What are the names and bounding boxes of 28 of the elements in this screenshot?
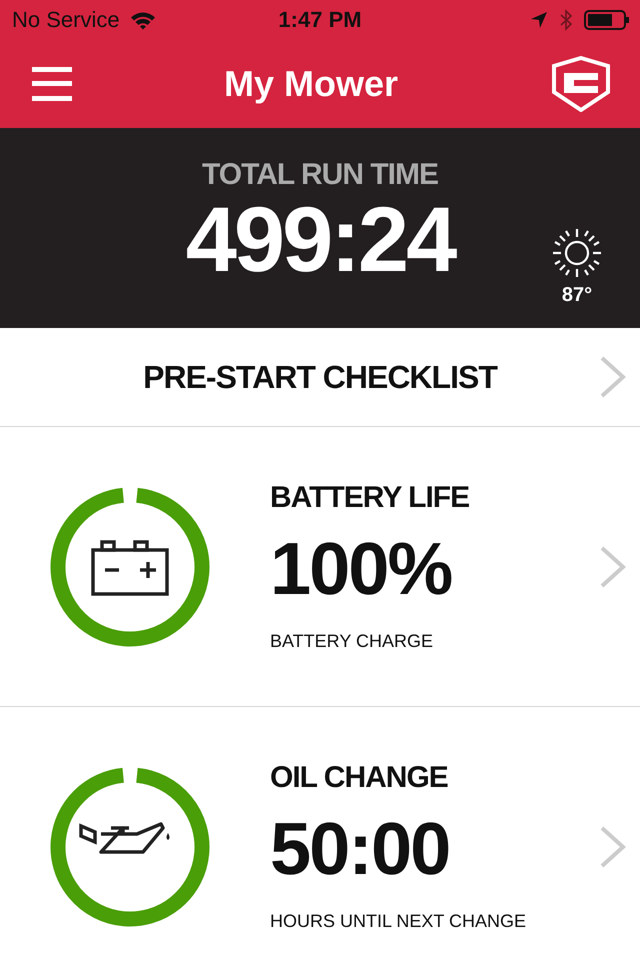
wifi-icon (130, 10, 156, 30)
gauge-value: 50:00 (270, 806, 450, 892)
gauge-value: 100% (270, 526, 452, 612)
checklist-row[interactable]: PRE-START CHECKLIST (0, 328, 640, 427)
gauge-row[interactable]: BATTERY LIFE 100% BATTERY CHARGE (0, 427, 640, 707)
gauge-caption: HOURS UNTIL NEXT CHANGE (270, 911, 526, 932)
battery-icon (584, 10, 630, 30)
gauge-row[interactable]: OIL CHANGE 50:00 HOURS UNTIL NEXT CHANGE (0, 707, 640, 960)
chevron-right-icon (600, 356, 626, 398)
shield-logo-icon (550, 56, 612, 112)
checklist-label: PRE-START CHECKLIST (143, 358, 497, 396)
location-icon (530, 11, 548, 29)
menu-icon[interactable] (32, 67, 72, 101)
screen-title: My Mower (224, 63, 398, 105)
sun-icon (552, 228, 602, 278)
gauge-title: OIL CHANGE (270, 760, 449, 795)
temperature-text: 87° (562, 284, 592, 307)
car-battery-icon (91, 540, 169, 596)
clock-text: 1:47 PM (278, 7, 362, 33)
chevron-right-icon (600, 826, 626, 868)
run-time-label: TOTAL RUN TIME (202, 158, 438, 192)
oil-can-icon (79, 822, 170, 854)
run-time-value: 499:24 (186, 194, 454, 286)
carrier-text: No Service (12, 7, 120, 33)
chevron-right-icon (600, 546, 626, 588)
gauge-caption: BATTERY CHARGE (270, 631, 434, 652)
bluetooth-icon (560, 9, 572, 31)
gauge-title: BATTERY LIFE (270, 480, 470, 515)
